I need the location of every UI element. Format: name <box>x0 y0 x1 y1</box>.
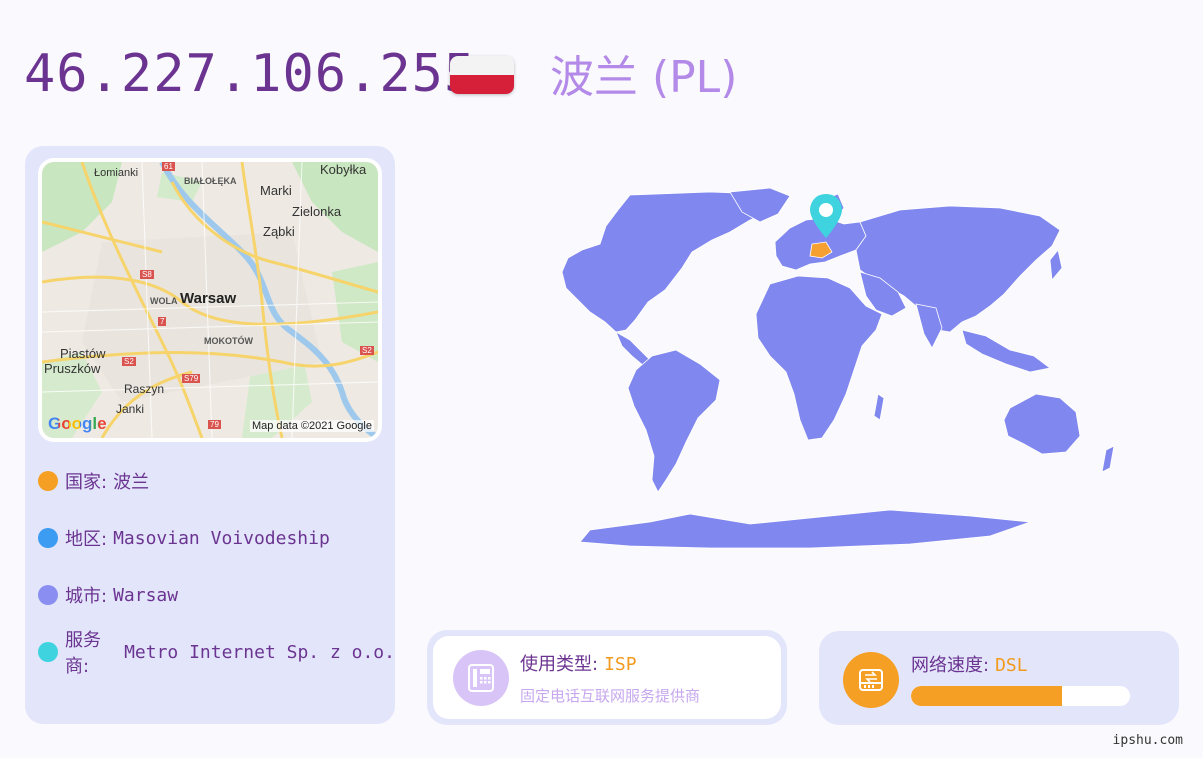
info-label-provider: 服务商: <box>65 630 101 677</box>
usage-type-value: ISP <box>604 654 637 675</box>
info-value-region: Masovian Voivodeship <box>113 527 330 549</box>
provider-dot-icon <box>38 642 58 662</box>
south-america-shape <box>627 349 721 493</box>
info-label-country: 国家: <box>65 472 108 493</box>
poland-flag-icon <box>450 56 514 94</box>
google-logo: Google <box>48 414 107 433</box>
map-label-piastow: Piastów <box>60 346 106 361</box>
info-value-country: 波兰 <box>113 472 150 493</box>
network-speed-title: 网络速度: DSL <box>911 651 1028 677</box>
africa-shape <box>755 275 883 441</box>
info-value-city: Warsaw <box>113 584 179 606</box>
info-row-city: 城市: Warsaw <box>38 582 178 608</box>
info-row-region: 地区: Masovian Voivodeship <box>38 525 330 551</box>
info-row-provider: 服务商: Metro Internet Sp. z o.o. <box>38 630 395 677</box>
map-label-lomianki: Łomianki <box>94 167 139 179</box>
region-dot-icon <box>38 528 58 548</box>
road-badge-79: 79 <box>208 420 221 429</box>
map-label-mokotow: MOKOTÓW <box>204 336 253 346</box>
ip-address-title: 46.227.106.255 <box>24 44 477 104</box>
city-map[interactable]: Łomianki Kobyłka BIAŁOŁĘKA Marki Zielonk… <box>38 158 382 442</box>
new-zealand-shape <box>1101 445 1115 473</box>
country-title: 波兰 (PL) <box>550 52 738 103</box>
network-speed-bar <box>911 686 1130 706</box>
map-label-zielonka: Zielonka <box>292 204 342 219</box>
map-label-raszyn: Raszyn <box>124 382 165 396</box>
map-label-bialoleka: BIAŁOŁĘKA <box>184 176 237 186</box>
usage-type-card: 使用类型: ISP 固定电话互联网服务提供商 <box>427 630 787 725</box>
road-badge-s8: S8 <box>140 270 154 279</box>
info-label-region: 地区: <box>65 529 108 550</box>
map-label-zabki: Ząbki <box>263 224 295 239</box>
country-dot-icon <box>38 471 58 491</box>
network-speed-value: DSL <box>995 655 1028 676</box>
map-attribution: Map data ©2021 Google <box>249 420 374 432</box>
city-dot-icon <box>38 585 58 605</box>
madagascar-shape <box>873 393 885 421</box>
road-badge-s79: S79 <box>182 374 201 383</box>
japan-shape <box>1049 249 1063 281</box>
map-label-wola: WOLA <box>150 296 178 306</box>
map-label-janki: Janki <box>116 402 145 416</box>
site-watermark: ipshu.com <box>1112 733 1183 748</box>
router-icon <box>843 652 899 708</box>
map-label-warsaw: Warsaw <box>180 290 237 307</box>
usage-type-key: 使用类型: <box>520 654 599 675</box>
world-map <box>561 187 1115 549</box>
network-speed-key: 网络速度: <box>911 655 990 676</box>
location-panel: Łomianki Kobyłka BIAŁOŁĘKA Marki Zielonk… <box>25 146 395 724</box>
road-badge-s2-west: S2 <box>122 357 136 366</box>
usage-type-title: 使用类型: ISP <box>520 650 637 676</box>
southeast-asia-shape <box>961 329 1051 373</box>
antarctica-shape <box>579 509 1031 549</box>
network-speed-card: 网络速度: DSL <box>819 631 1179 725</box>
info-label-city: 城市: <box>65 586 108 607</box>
map-label-pruszkow: Pruszków <box>44 361 101 376</box>
map-label-marki: Marki <box>260 183 292 198</box>
road-badge-7: 7 <box>158 317 167 326</box>
info-row-country: 国家: 波兰 <box>38 468 149 494</box>
usage-type-subtitle: 固定电话互联网服务提供商 <box>520 687 701 705</box>
network-speed-bar-fill <box>911 686 1063 706</box>
info-value-provider: Metro Internet Sp. z o.o. <box>124 641 395 663</box>
australia-shape <box>1003 393 1081 455</box>
phone-icon <box>453 650 509 706</box>
map-label-kobylka: Kobyłka <box>320 162 367 177</box>
road-badge-61: 61 <box>162 162 175 171</box>
road-badge-s2-east: S2 <box>360 346 374 355</box>
